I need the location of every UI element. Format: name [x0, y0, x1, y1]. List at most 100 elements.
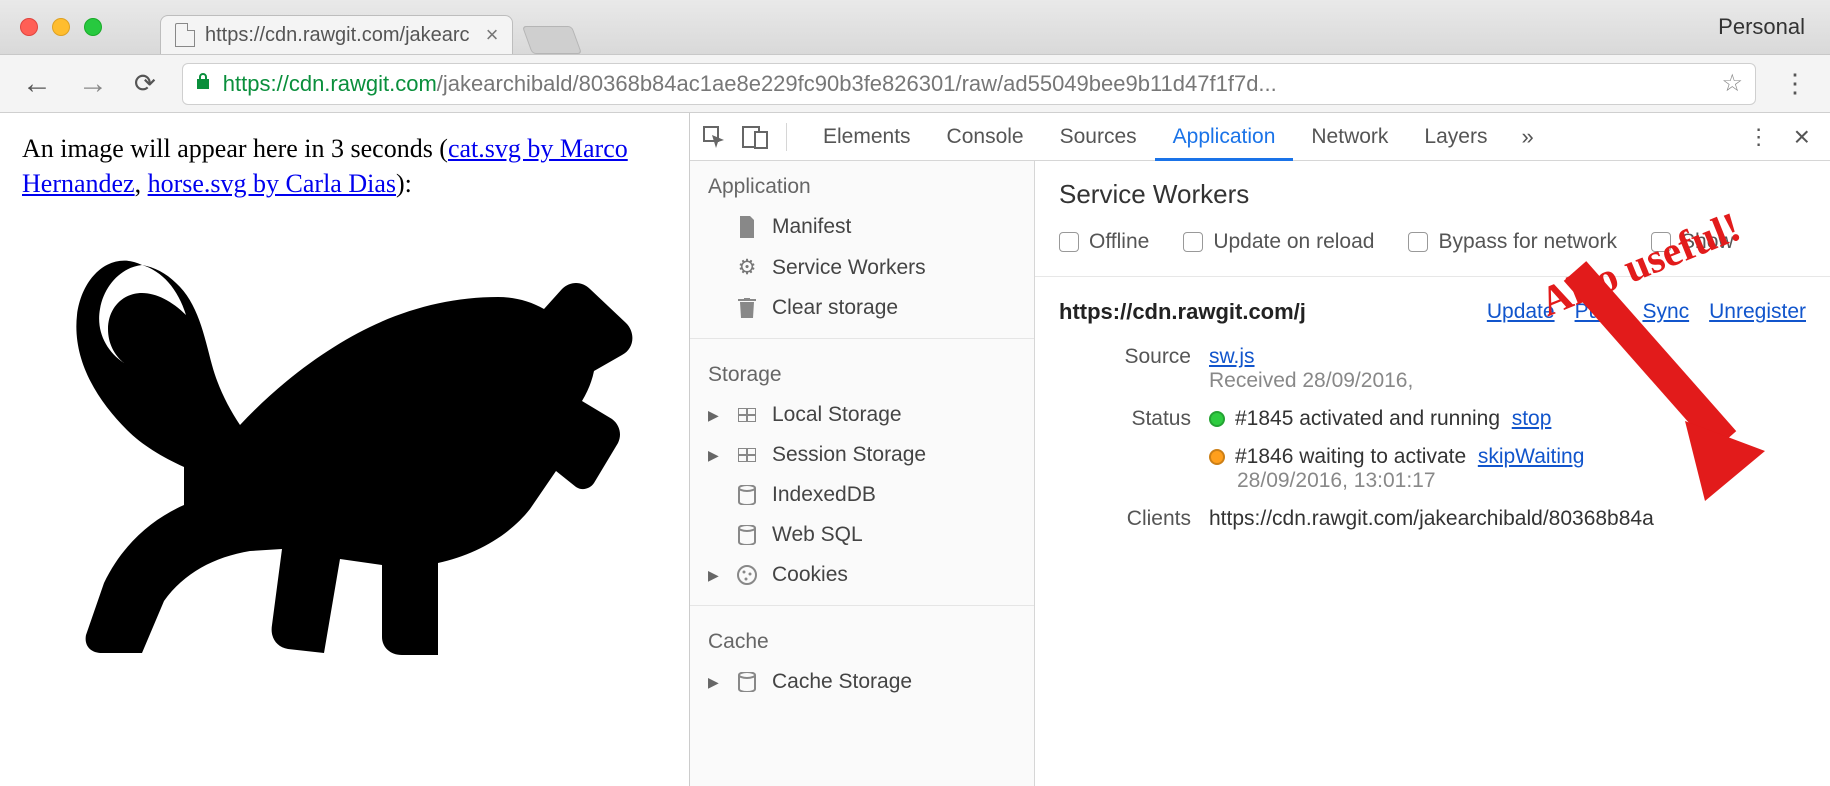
url-host: ://cdn.rawgit.com [271, 71, 437, 97]
checkbox-label: Update on reload [1213, 230, 1374, 254]
gear-icon: ⚙ [736, 255, 758, 280]
sidebar-item-manifest[interactable]: Manifest [690, 207, 1034, 247]
status-text: #1846 waiting to activate [1235, 445, 1466, 468]
address-bar[interactable]: https://cdn.rawgit.com/jakearchibald/803… [182, 63, 1756, 105]
tab-sources[interactable]: Sources [1042, 113, 1155, 161]
table-icon [736, 408, 758, 422]
maximize-window-button[interactable] [84, 18, 102, 36]
device-toolbar-icon[interactable] [742, 125, 768, 149]
back-button[interactable]: ← [22, 67, 52, 101]
browser-tab[interactable]: https://cdn.rawgit.com/jakearc × [160, 15, 513, 54]
devtools-tabstrip: Elements Console Sources Application Net… [690, 113, 1830, 161]
update-on-reload-checkbox[interactable]: Update on reload [1183, 230, 1374, 254]
panel-heading: Service Workers [1059, 179, 1806, 210]
file-icon [736, 216, 758, 238]
sidebar-item-cookies[interactable]: ▶ Cookies [690, 555, 1034, 595]
expand-icon[interactable]: ▶ [708, 447, 719, 464]
page-favicon [175, 23, 195, 47]
inspect-element-icon[interactable] [702, 125, 726, 149]
sw-received: Received 28/09/2016, [1209, 369, 1413, 392]
expand-icon[interactable]: ▶ [708, 674, 719, 691]
sidebar-group-application: Application [690, 161, 1034, 207]
sidebar-item-clear-storage[interactable]: Clear storage [690, 288, 1034, 328]
bookmark-star-icon[interactable]: ☆ [1721, 69, 1743, 98]
minimize-window-button[interactable] [52, 18, 70, 36]
tab-elements[interactable]: Elements [805, 113, 929, 161]
sw-update-link[interactable]: Update [1487, 300, 1555, 324]
expand-icon[interactable]: ▶ [708, 567, 719, 584]
sidebar-item-local-storage[interactable]: ▶ Local Storage [690, 395, 1034, 435]
tab-strip: https://cdn.rawgit.com/jakearc × [160, 10, 577, 54]
page-separator: , [135, 169, 148, 198]
sidebar-label: Session Storage [772, 443, 926, 467]
sw-source-link[interactable]: sw.js [1209, 345, 1255, 368]
sidebar-label: Web SQL [772, 523, 863, 547]
clients-value: https://cdn.rawgit.com/jakearchibald/803… [1209, 507, 1806, 531]
sidebar-item-websql[interactable]: Web SQL [690, 515, 1034, 555]
bypass-network-checkbox[interactable]: Bypass for network [1408, 230, 1617, 254]
sw-status-time: 28/09/2016, 13:01:17 [1237, 469, 1436, 492]
url-scheme: https [223, 71, 271, 97]
reload-button[interactable]: ⟳ [134, 68, 156, 99]
sidebar-group-storage: Storage [690, 349, 1034, 395]
checkbox-icon [1183, 232, 1203, 252]
tab-network[interactable]: Network [1293, 113, 1406, 161]
tab-title: https://cdn.rawgit.com/jakearc [205, 24, 470, 47]
sidebar-label: Clear storage [772, 296, 898, 320]
sw-options-row: Offline Update on reload Bypass for netw… [1059, 230, 1806, 254]
database-icon [736, 485, 758, 505]
sidebar-item-indexeddb[interactable]: IndexedDB [690, 475, 1034, 515]
browser-chrome: https://cdn.rawgit.com/jakearc × Persona… [0, 0, 1830, 113]
database-icon [736, 672, 758, 692]
tab-application[interactable]: Application [1155, 113, 1294, 161]
offline-checkbox[interactable]: Offline [1059, 230, 1149, 254]
status-text: #1845 activated and running [1235, 407, 1500, 430]
page-intro-suffix: ): [396, 169, 412, 198]
sidebar-label: Local Storage [772, 403, 902, 427]
toolbar: ← → ⟳ https://cdn.rawgit.com/jakearchiba… [0, 55, 1830, 113]
url-path: /jakearchibald/80368b84ac1ae8e229fc90b3f… [437, 71, 1277, 97]
checkbox-label: Show [1681, 230, 1734, 254]
web-page: An image will appear here in 3 seconds (… [0, 113, 690, 786]
profile-label[interactable]: Personal [1718, 14, 1805, 40]
tab-layers[interactable]: Layers [1406, 113, 1505, 161]
status-dot-orange-icon [1209, 449, 1225, 465]
sidebar-item-cache-storage[interactable]: ▶ Cache Storage [690, 662, 1034, 702]
forward-button[interactable]: → [78, 67, 108, 101]
browser-menu-icon[interactable]: ⋮ [1782, 68, 1808, 99]
sw-status-activated: #1845 activated and running stop [1209, 407, 1806, 431]
close-window-button[interactable] [20, 18, 38, 36]
devtools-menu-icon[interactable]: ⋮ [1732, 124, 1786, 150]
link-horse-svg[interactable]: horse.svg by Carla Dias [148, 169, 396, 198]
sidebar-label: Cookies [772, 563, 848, 587]
page-intro-prefix: An image will appear here in 3 seconds ( [22, 134, 448, 163]
status-dot-green-icon [1209, 411, 1225, 427]
tab-console[interactable]: Console [929, 113, 1042, 161]
cat-image [22, 205, 642, 675]
sidebar-label: Cache Storage [772, 670, 912, 694]
new-tab-button[interactable] [522, 26, 582, 54]
sidebar-label: IndexedDB [772, 483, 876, 507]
database-icon [736, 525, 758, 545]
close-tab-icon[interactable]: × [480, 22, 499, 48]
sw-stop-link[interactable]: stop [1512, 407, 1552, 430]
checkbox-icon [1059, 232, 1079, 252]
sw-skipwaiting-link[interactable]: skipWaiting [1478, 445, 1585, 468]
sw-sync-link[interactable]: Sync [1642, 300, 1689, 324]
status-label: Status [1059, 407, 1209, 493]
sw-push-link[interactable]: Push [1575, 300, 1623, 324]
devtools-close-icon[interactable]: × [1786, 121, 1818, 153]
show-all-checkbox[interactable]: Show [1651, 230, 1734, 254]
devtools: Elements Console Sources Application Net… [690, 113, 1830, 786]
service-workers-panel: Service Workers Offline Update on reload… [1035, 161, 1830, 786]
sidebar-item-service-workers[interactable]: ⚙Service Workers [690, 247, 1034, 288]
sidebar-item-session-storage[interactable]: ▶ Session Storage [690, 435, 1034, 475]
table-icon [736, 448, 758, 462]
source-label: Source [1059, 345, 1209, 393]
checkbox-icon [1651, 232, 1671, 252]
sw-unregister-link[interactable]: Unregister [1709, 300, 1806, 324]
sw-origin: https://cdn.rawgit.com/j [1059, 299, 1306, 325]
expand-icon[interactable]: ▶ [708, 407, 719, 424]
cookie-icon [736, 565, 758, 585]
more-tabs-icon[interactable]: » [1505, 124, 1549, 150]
